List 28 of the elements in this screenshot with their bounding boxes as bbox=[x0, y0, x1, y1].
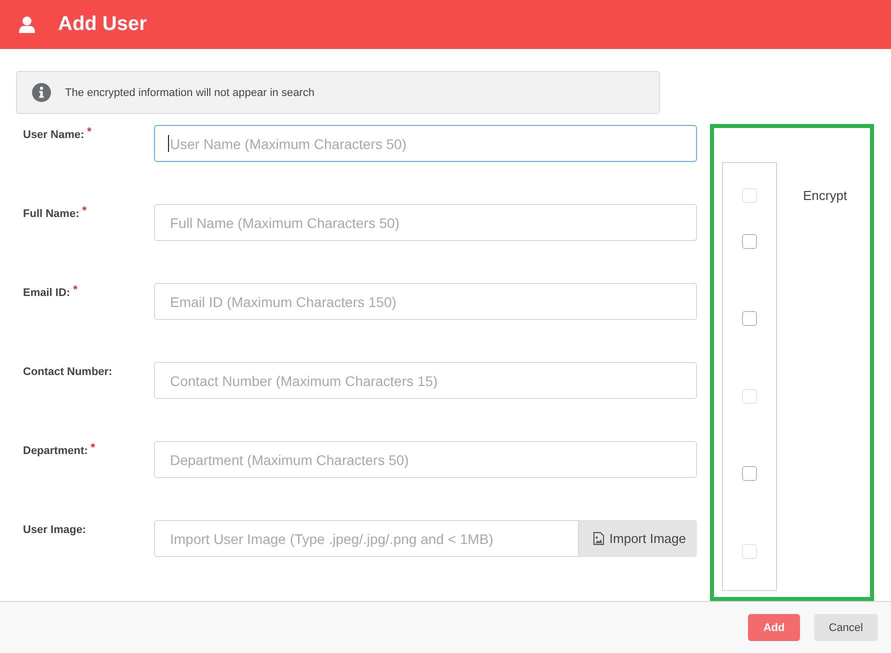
required-asterisk: * bbox=[87, 126, 92, 138]
required-asterisk: * bbox=[82, 205, 87, 217]
input-field[interactable]: Import User Image (Type .jpeg/.jpg/.png and < 1MB) bbox=[154, 520, 580, 557]
field-label: Full Name: bbox=[23, 208, 80, 220]
checkbox[interactable] bbox=[742, 234, 757, 249]
dialog-title: Add User bbox=[58, 13, 147, 36]
input-field[interactable]: Department (Maximum Characters 50) bbox=[154, 441, 697, 478]
required-asterisk: * bbox=[90, 442, 96, 454]
field-label: User Name: bbox=[23, 129, 84, 141]
field-label: User Image: bbox=[23, 524, 86, 536]
field-label: Department: bbox=[23, 445, 88, 457]
input-field[interactable]: Full Name (Maximum Characters 50) bbox=[154, 204, 697, 241]
user-icon bbox=[19, 16, 35, 34]
input-field[interactable]: Contact Number (Maximum Characters 15) bbox=[154, 362, 697, 399]
checkbox[interactable] bbox=[742, 311, 757, 326]
text-cursor bbox=[168, 135, 169, 152]
field-label: Email ID: bbox=[23, 287, 70, 299]
input-field[interactable]: User Name (Maximum Characters 50) bbox=[154, 125, 697, 162]
image-icon bbox=[593, 532, 604, 545]
cancel-button[interactable]: Cancel bbox=[814, 614, 878, 641]
import-image-button[interactable]: Import Image bbox=[579, 520, 697, 557]
field-label: Contact Number: bbox=[23, 366, 112, 378]
info-icon bbox=[32, 83, 51, 102]
required-asterisk: * bbox=[73, 284, 78, 296]
encrypt-label: Encrypt bbox=[803, 188, 848, 203]
checkbox[interactable] bbox=[742, 466, 757, 482]
info-text: The encrypted information will not appear in search bbox=[65, 86, 314, 98]
input-field[interactable]: Email ID (Maximum Characters 150) bbox=[154, 283, 697, 320]
